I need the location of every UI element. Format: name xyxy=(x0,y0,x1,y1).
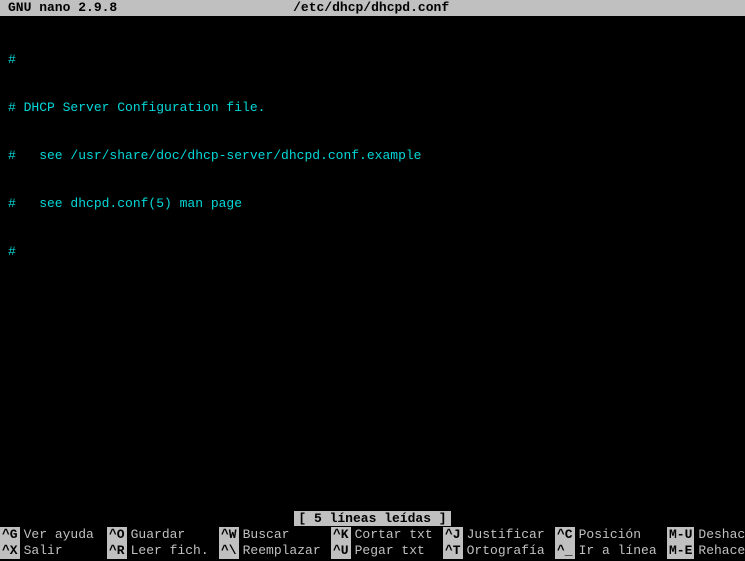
help-label: Leer fich. xyxy=(127,543,209,559)
help-key: ^O xyxy=(107,527,127,543)
help-row-1: ^G Ver ayuda ^O Guardar ^W Buscar ^K Cor… xyxy=(0,527,745,543)
help-gotoline[interactable]: ^_ Ir a línea xyxy=(555,543,665,559)
help-key: ^R xyxy=(107,543,127,559)
help-label: Posición xyxy=(575,527,641,543)
editor-area[interactable]: # # DHCP Server Configuration file. # se… xyxy=(0,16,745,496)
status-line: [ 5 líneas leídas ] xyxy=(0,511,745,527)
help-label: Ver ayuda xyxy=(20,527,94,543)
help-key: M-U xyxy=(667,527,694,543)
help-key: ^C xyxy=(555,527,575,543)
help-key: ^K xyxy=(331,527,351,543)
editor-line: # see /usr/share/doc/dhcp-server/dhcpd.c… xyxy=(8,148,737,164)
help-label: Cortar txt xyxy=(351,527,433,543)
help-label: Rehacer xyxy=(694,543,745,559)
editor-line: # DHCP Server Configuration file. xyxy=(8,100,737,116)
help-key: ^J xyxy=(443,527,463,543)
editor-line: # see dhcpd.conf(5) man page xyxy=(8,196,737,212)
help-uncut[interactable]: ^U Pegar txt xyxy=(331,543,441,559)
help-label: Salir xyxy=(20,543,63,559)
help-label: Ir a línea xyxy=(575,543,657,559)
help-label: Guardar xyxy=(127,527,186,543)
filename: /etc/dhcp/dhcpd.conf xyxy=(117,0,625,16)
editor-line: # xyxy=(8,244,737,260)
help-exit[interactable]: ^X Salir xyxy=(0,543,105,559)
help-key: ^X xyxy=(0,543,20,559)
help-bar: ^G Ver ayuda ^O Guardar ^W Buscar ^K Cor… xyxy=(0,527,745,559)
help-undo[interactable]: M-U Deshacer xyxy=(667,527,745,543)
titlebar: GNU nano 2.9.8 /etc/dhcp/dhcpd.conf xyxy=(0,0,745,16)
help-curpos[interactable]: ^C Posición xyxy=(555,527,665,543)
help-justify[interactable]: ^J Justificar xyxy=(443,527,553,543)
help-label: Justificar xyxy=(463,527,545,543)
help-key: ^G xyxy=(0,527,20,543)
status-message: [ 5 líneas leídas ] xyxy=(294,511,450,526)
app-name: GNU nano 2.9.8 xyxy=(0,0,117,16)
help-get-help[interactable]: ^G Ver ayuda xyxy=(0,527,105,543)
editor-line: # xyxy=(8,52,737,68)
help-key: M-E xyxy=(667,543,694,559)
help-label: Pegar txt xyxy=(351,543,425,559)
help-key: ^T xyxy=(443,543,463,559)
help-whereis[interactable]: ^W Buscar xyxy=(219,527,329,543)
help-row-2: ^X Salir ^R Leer fich. ^\ Reemplazar ^U … xyxy=(0,543,745,559)
help-readfile[interactable]: ^R Leer fich. xyxy=(107,543,217,559)
help-label: Reemplazar xyxy=(239,543,321,559)
help-replace[interactable]: ^\ Reemplazar xyxy=(219,543,329,559)
help-writeout[interactable]: ^O Guardar xyxy=(107,527,217,543)
help-redo[interactable]: M-E Rehacer xyxy=(667,543,745,559)
help-label: Buscar xyxy=(239,527,290,543)
help-key: ^_ xyxy=(555,543,575,559)
help-label: Ortografía xyxy=(463,543,545,559)
help-label: Deshacer xyxy=(694,527,745,543)
help-spell[interactable]: ^T Ortografía xyxy=(443,543,553,559)
help-cut[interactable]: ^K Cortar txt xyxy=(331,527,441,543)
help-key: ^U xyxy=(331,543,351,559)
help-key: ^W xyxy=(219,527,239,543)
help-key: ^\ xyxy=(219,543,239,559)
